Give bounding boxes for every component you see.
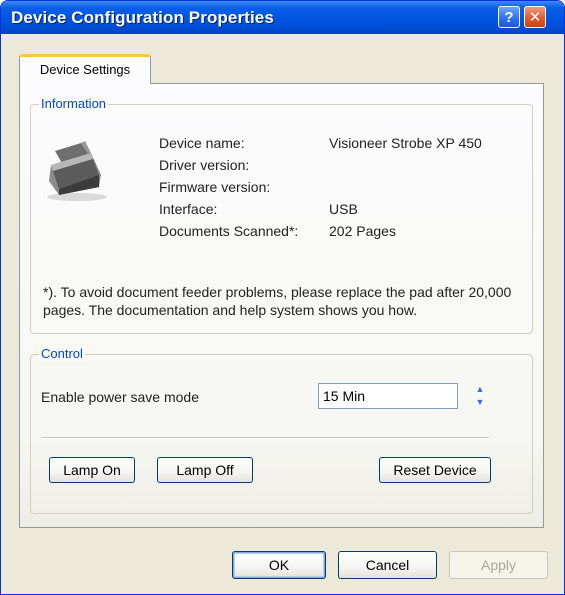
spinner-down-icon[interactable]: ▼ — [472, 396, 488, 409]
window-title: Device Configuration Properties — [11, 8, 274, 27]
help-button[interactable]: ? — [498, 6, 520, 28]
documents-scanned-value: 202 Pages — [329, 223, 396, 239]
driver-version-label: Driver version: — [159, 157, 250, 173]
title-bar[interactable]: Device Configuration Properties ? ✕ — [1, 1, 564, 34]
firmware-version-label: Firmware version: — [159, 179, 271, 195]
scanner-icon — [47, 141, 107, 201]
feeder-pad-note: *). To avoid document feeder problems, p… — [43, 284, 512, 318]
tab-device-settings[interactable]: Device Settings — [19, 54, 151, 84]
tab-panel: Information Device name: Visioneer Strob… — [19, 83, 544, 528]
control-legend: Control — [39, 346, 85, 361]
power-save-input[interactable] — [318, 383, 458, 409]
apply-button[interactable]: Apply — [449, 551, 548, 579]
power-save-label: Enable power save mode — [41, 389, 199, 405]
control-separator — [41, 437, 489, 439]
lamp-on-button[interactable]: Lamp On — [49, 457, 135, 483]
dialog-client: Device Settings Information Device name:… — [5, 34, 560, 590]
device-name-value: Visioneer Strobe XP 450 — [329, 135, 482, 151]
control-group: Control Enable power save mode ▲ ▼ Lamp … — [30, 346, 533, 514]
documents-scanned-label: Documents Scanned*: — [159, 223, 299, 239]
cancel-button[interactable]: Cancel — [338, 551, 437, 579]
interface-value: USB — [329, 201, 358, 217]
dialog-window: Device Configuration Properties ? ✕ Devi… — [0, 0, 565, 595]
close-button[interactable]: ✕ — [524, 6, 546, 28]
lamp-off-button[interactable]: Lamp Off — [157, 457, 253, 483]
information-legend: Information — [39, 96, 109, 111]
device-name-label: Device name: — [159, 135, 245, 151]
spinner-up-icon[interactable]: ▲ — [472, 383, 488, 396]
ok-button[interactable]: OK — [232, 551, 326, 579]
interface-label: Interface: — [159, 201, 218, 217]
information-group: Information Device name: Visioneer Strob… — [30, 96, 533, 334]
reset-device-button[interactable]: Reset Device — [379, 457, 491, 483]
power-save-spinner[interactable]: ▲ ▼ — [472, 383, 488, 409]
